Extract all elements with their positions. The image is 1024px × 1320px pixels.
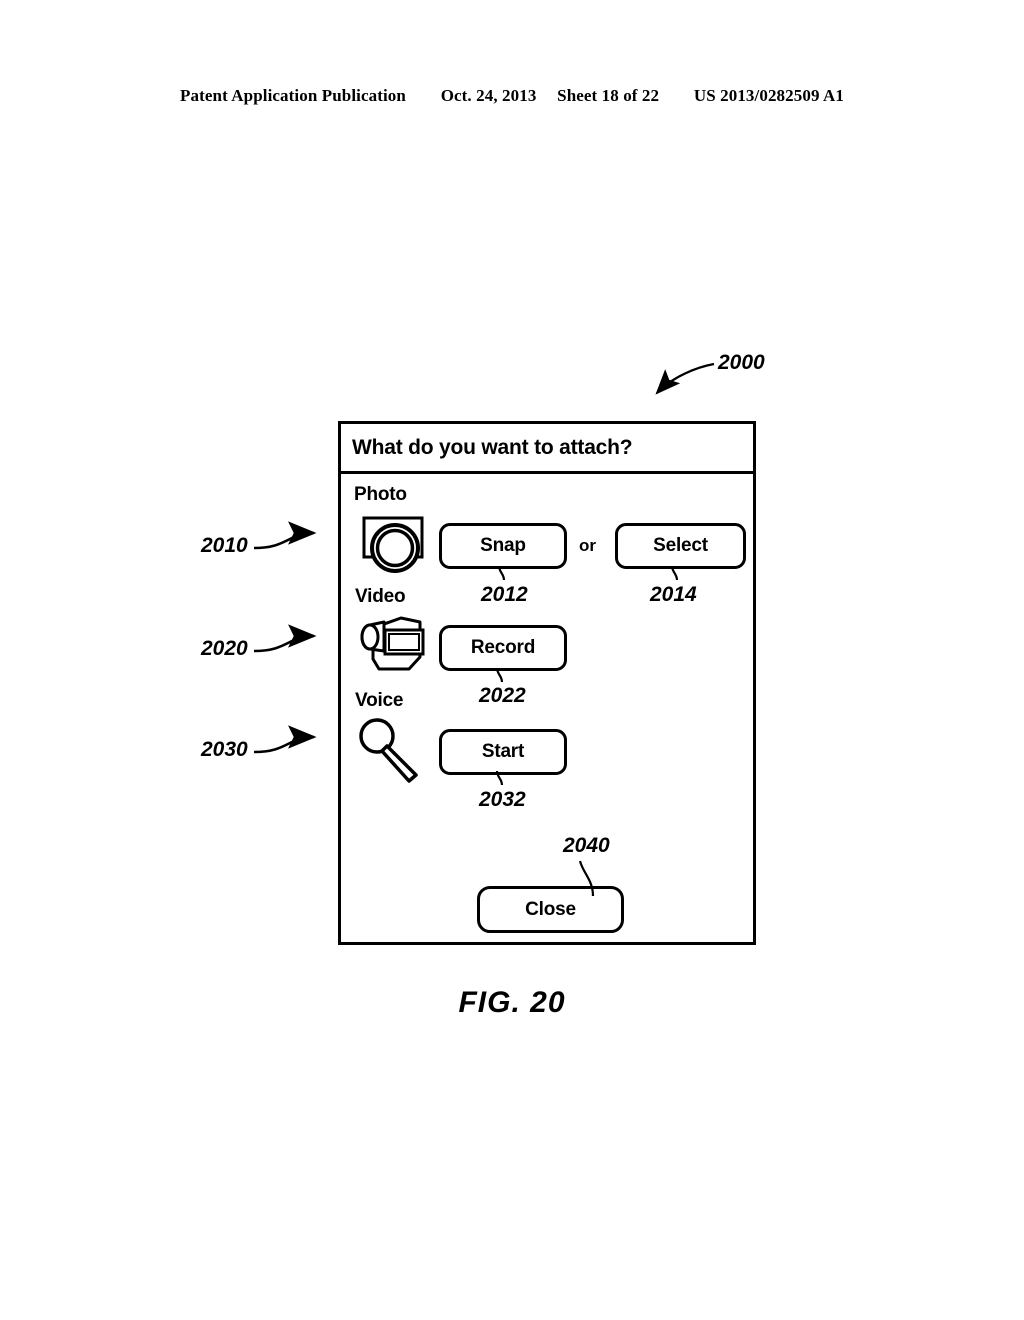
publication-title: Patent Application Publication — [180, 86, 406, 105]
select-button[interactable]: Select — [615, 523, 746, 569]
patent-drawing-page: Patent Application Publication Oct. 24, … — [0, 0, 1024, 1320]
reference-numeral-2010: 2010 — [201, 534, 248, 557]
patent-number: US 2013/0282509 A1 — [693, 86, 844, 105]
reference-numeral-2020: 2020 — [201, 637, 248, 660]
section-label-voice: Voice — [355, 690, 404, 711]
reference-numeral-2022: 2022 — [479, 684, 526, 707]
figure-caption: FIG. 20 — [458, 986, 566, 1019]
reference-numeral-2000: 2000 — [718, 351, 765, 374]
sheet-number: Sheet 18 of 22 — [557, 86, 660, 105]
leader-line-2010 — [253, 521, 317, 550]
or-conjunction: or — [579, 536, 596, 555]
reference-numeral-2030: 2030 — [201, 738, 248, 761]
record-button[interactable]: Record — [439, 625, 567, 671]
reference-numeral-2032: 2032 — [479, 788, 526, 811]
camcorder-icon — [360, 616, 425, 671]
camera-icon — [362, 516, 424, 573]
reference-numeral-2014: 2014 — [650, 583, 697, 606]
snap-button[interactable]: Snap — [439, 523, 567, 569]
attach-dialog: What do you want to attach? Photo Video … — [338, 421, 756, 945]
publication-date: Oct. 24, 2013 — [440, 86, 537, 105]
publication-header: Patent Application Publication Oct. 24, … — [0, 86, 1024, 106]
microphone-icon — [359, 718, 418, 783]
dialog-title: What do you want to attach? — [352, 435, 633, 459]
close-button[interactable]: Close — [477, 886, 624, 933]
dialog-titlebar: What do you want to attach? — [341, 424, 753, 474]
leader-line-2000 — [655, 362, 715, 395]
leader-line-2030 — [253, 725, 317, 754]
section-label-photo: Photo — [354, 484, 407, 505]
leader-line-2020 — [253, 624, 317, 653]
start-button[interactable]: Start — [439, 729, 567, 775]
reference-numeral-2012: 2012 — [481, 583, 528, 606]
reference-numeral-2040: 2040 — [563, 834, 610, 857]
section-label-video: Video — [355, 586, 406, 607]
